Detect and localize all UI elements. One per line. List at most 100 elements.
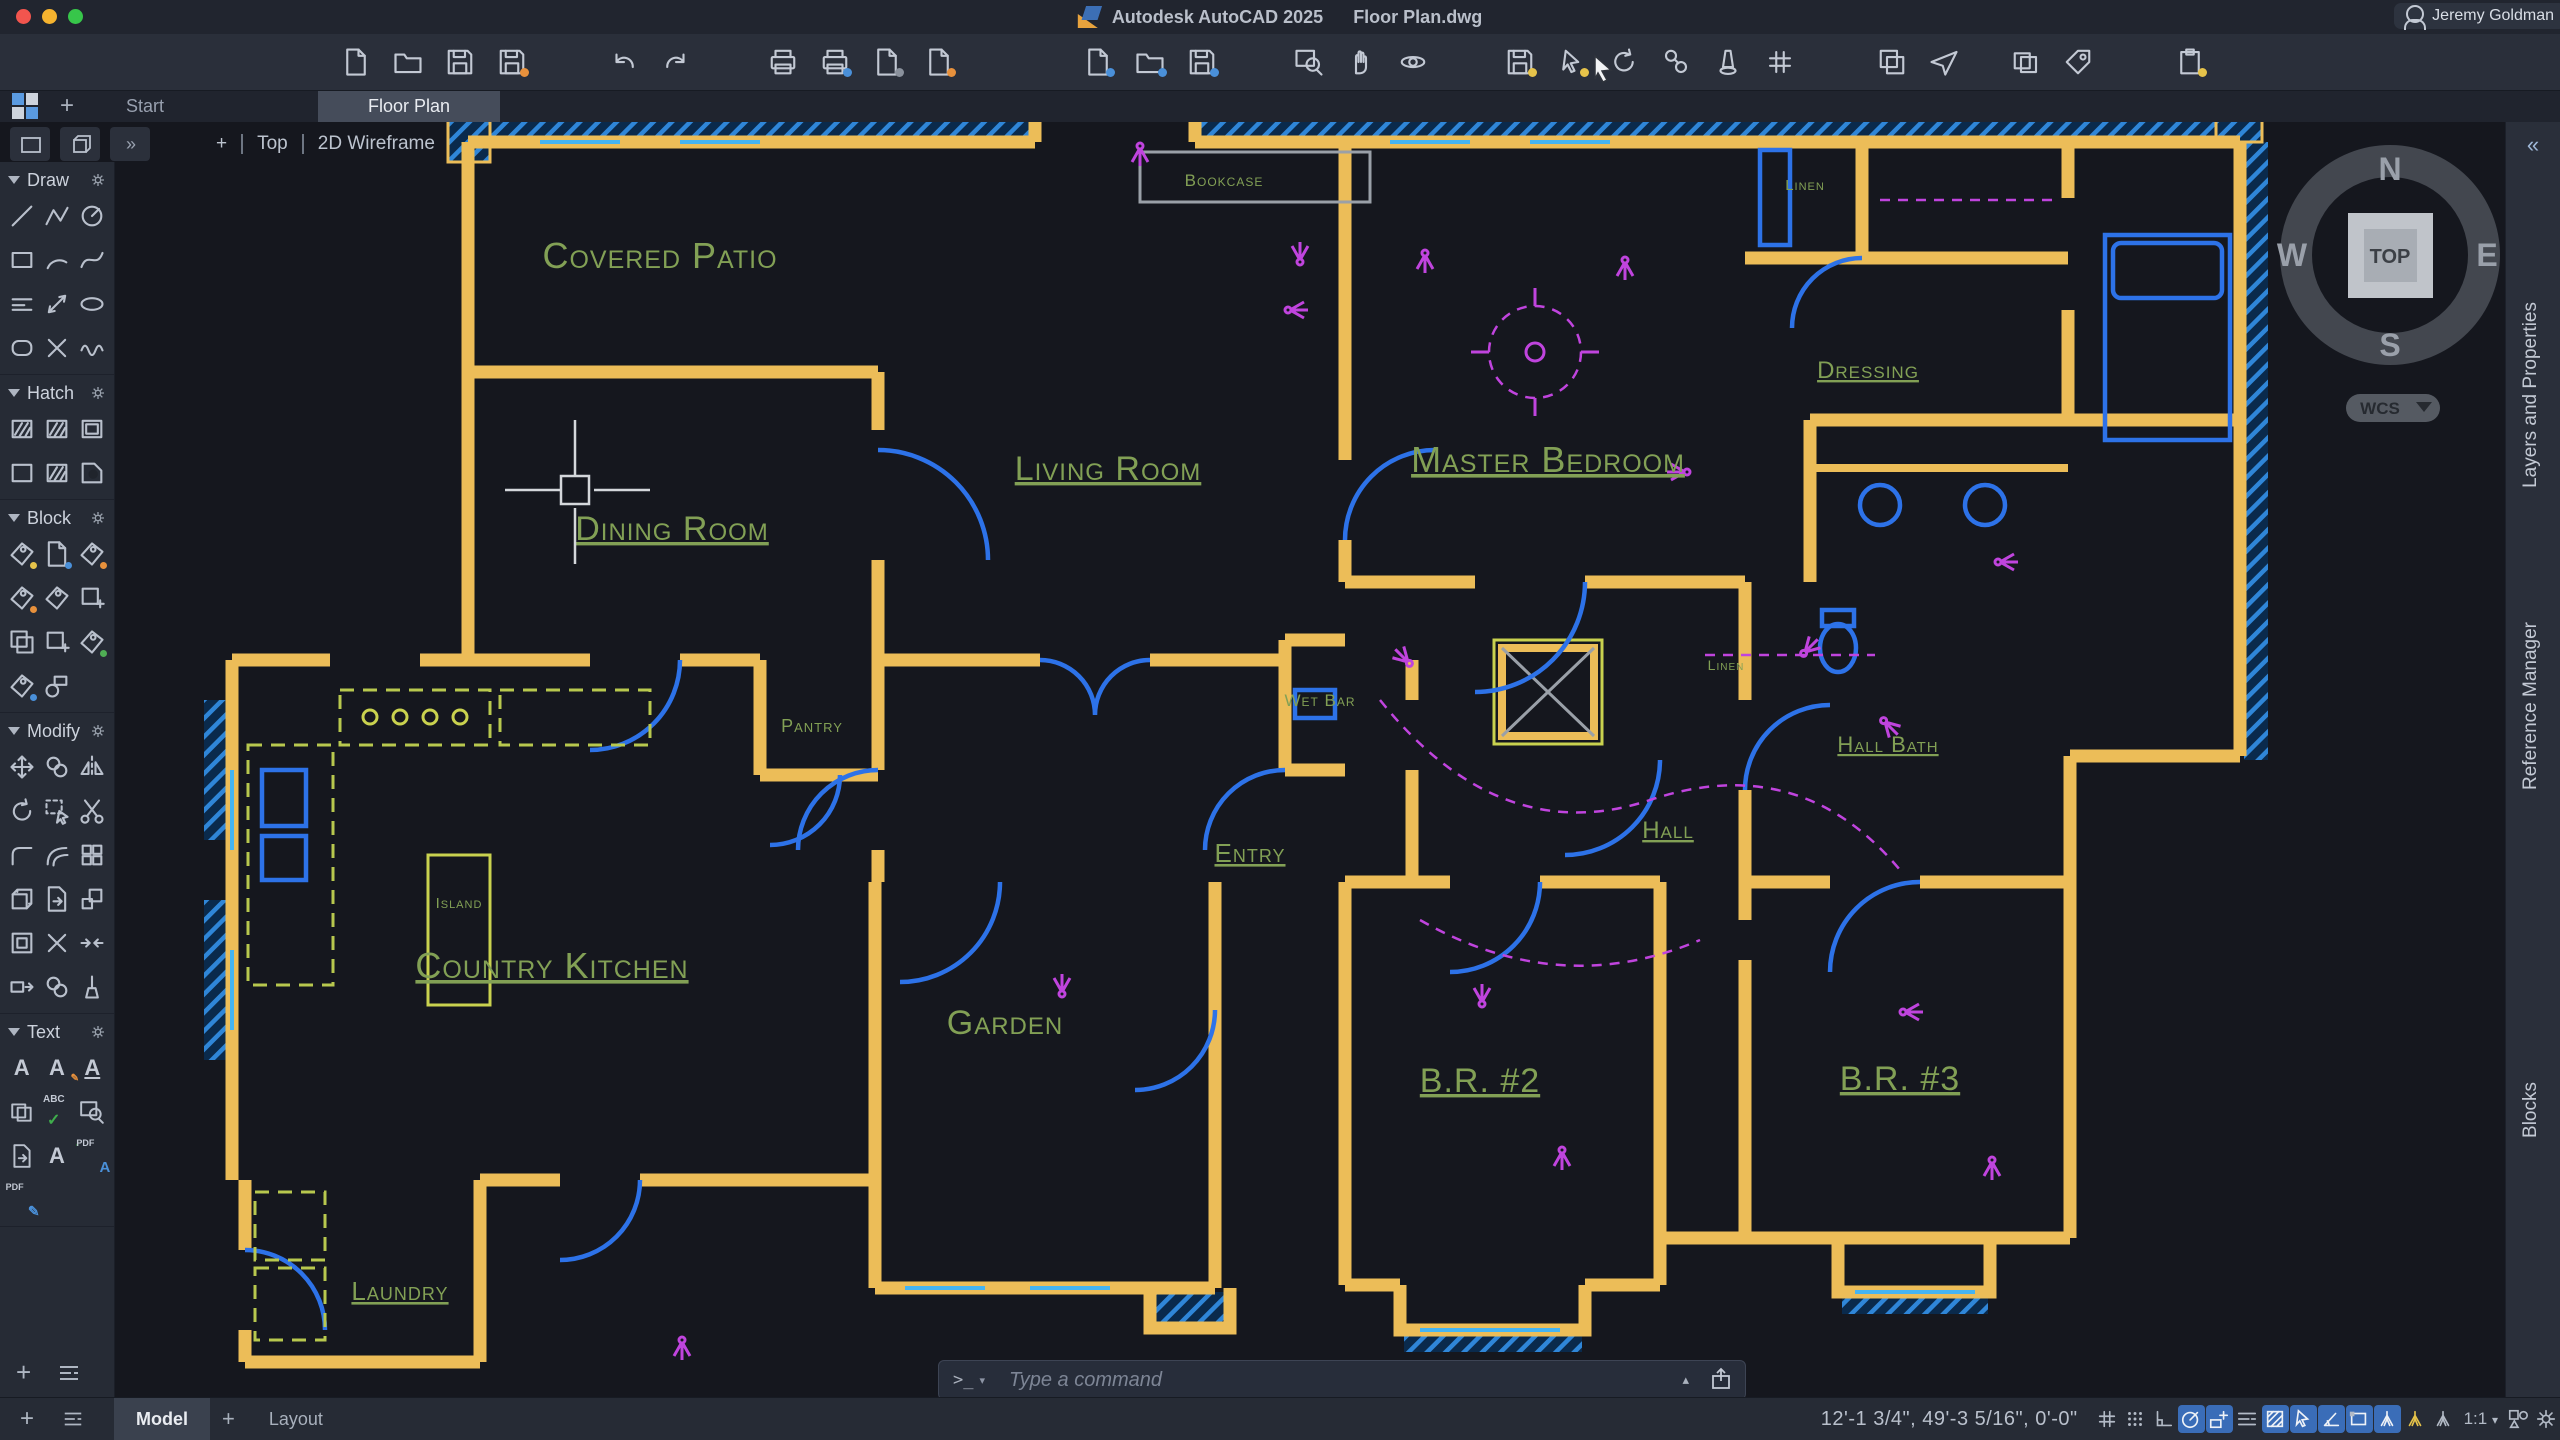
tag-button[interactable] <box>2052 40 2104 84</box>
room-label-master-bedroom[interactable]: Master Bedroom <box>1411 439 1685 480</box>
room-label-dining-room[interactable]: Dining Room <box>575 510 769 548</box>
room-label-entry[interactable]: Entry <box>1214 838 1285 868</box>
edit-block-tool[interactable] <box>76 538 108 570</box>
hatch-boundary-tool[interactable] <box>6 457 38 489</box>
print-button[interactable] <box>757 40 809 84</box>
add-layout-tab-button[interactable]: + <box>210 1398 247 1440</box>
text-arc-tool[interactable]: A ◦ <box>41 1140 79 1172</box>
share-icon[interactable] <box>1709 1367 1745 1394</box>
collapse-icon[interactable] <box>8 1028 20 1036</box>
room-label-hall-bath[interactable]: Hall Bath <box>1837 732 1938 757</box>
workspace-shapes-button[interactable] <box>2504 1405 2531 1433</box>
circle-tool[interactable] <box>76 200 108 232</box>
orbit-tool-button[interactable] <box>1387 40 1439 84</box>
attach-button[interactable] <box>1124 40 1176 84</box>
import-text-tool[interactable] <box>6 1140 38 1172</box>
minimize-window-button[interactable] <box>42 9 57 24</box>
hatch-pattern-tool[interactable] <box>6 413 38 445</box>
room-label-wet-bar[interactable]: Wet Bar <box>1284 691 1355 710</box>
collapse-icon[interactable] <box>8 389 20 397</box>
selection-cycling-toggle[interactable] <box>2289 1405 2317 1433</box>
block-add-tool[interactable] <box>41 626 73 658</box>
gear-icon[interactable] <box>90 172 106 188</box>
ortho-toggle[interactable] <box>2150 1405 2177 1433</box>
add-layout-button[interactable]: + <box>20 1405 34 1433</box>
offset-tool[interactable] <box>41 839 73 871</box>
array-tool[interactable] <box>76 839 108 871</box>
tab-floor-plan[interactable]: Floor Plan <box>318 90 501 122</box>
chevron-right-icon[interactable]: » <box>110 127 150 161</box>
viewcube-east[interactable]: E <box>2476 237 2497 273</box>
lineweight-toggle[interactable] <box>2234 1405 2261 1433</box>
arc-tool[interactable] <box>41 244 73 276</box>
join-tool[interactable] <box>76 927 108 959</box>
move-tool[interactable] <box>6 751 38 783</box>
quick-select-button[interactable] <box>1546 40 1598 84</box>
command-line[interactable]: >_ ▾ Type a command ▴ <box>938 1360 1746 1400</box>
share-drawing-button[interactable] <box>1918 40 1970 84</box>
tab-start[interactable]: Start <box>98 90 192 122</box>
command-history-caret-icon[interactable]: ▾ <box>979 1374 985 1387</box>
spell-check-tool[interactable]: ABC ✓ <box>41 1094 73 1129</box>
expand-command-history-icon[interactable]: ▴ <box>1682 1372 1689 1388</box>
room-label-country-kitchen[interactable]: Country Kitchen <box>415 945 688 986</box>
point-nodes-button[interactable] <box>1650 40 1702 84</box>
revision-cloud-tool[interactable] <box>76 332 108 364</box>
underline-text-tool[interactable]: A <box>76 1052 108 1084</box>
viewcube-south[interactable]: S <box>2379 327 2400 363</box>
undo-button[interactable] <box>598 40 650 84</box>
gear-icon[interactable] <box>90 510 106 526</box>
block-copy-tool[interactable] <box>6 626 38 658</box>
tab-layers-properties[interactable]: Layers and Properties <box>2520 302 2542 488</box>
print-add-button[interactable] <box>809 40 861 84</box>
distance-tool[interactable] <box>41 288 73 320</box>
gear-icon[interactable] <box>90 723 106 739</box>
tool-palettes-button[interactable] <box>1866 40 1918 84</box>
copy-tool[interactable] <box>41 751 73 783</box>
export-button[interactable] <box>1072 40 1124 84</box>
attribute-edit-tool[interactable] <box>6 582 38 614</box>
zoom-window-button[interactable] <box>68 9 83 24</box>
room-label-hall[interactable]: Hall <box>1642 817 1694 844</box>
hatch-texture-tool[interactable] <box>41 457 73 489</box>
hatch-solid-tool[interactable] <box>76 413 108 445</box>
3d-box-tool[interactable] <box>6 883 38 915</box>
wcs-label[interactable]: WCS <box>2360 399 2400 418</box>
mirror-tool[interactable] <box>76 751 108 783</box>
room-label-pantry[interactable]: Pantry <box>781 716 843 736</box>
extract-tool[interactable] <box>41 883 73 915</box>
angle-constraint-toggle[interactable] <box>2317 1405 2345 1433</box>
trim-tool[interactable] <box>76 795 108 827</box>
align-tool[interactable] <box>41 971 73 1003</box>
point-tool[interactable] <box>41 332 73 364</box>
room-label-dressing[interactable]: Dressing <box>1817 357 1919 384</box>
edit-text-tool[interactable]: A ✎ <box>41 1052 79 1084</box>
close-window-button[interactable] <box>16 9 31 24</box>
room-label-br2[interactable]: B.R. #2 <box>1420 1062 1540 1100</box>
zoom-window-tool-button[interactable] <box>1283 40 1335 84</box>
scale-tool[interactable] <box>76 883 108 915</box>
insert-block-tool[interactable] <box>41 538 73 570</box>
room-label-laundry[interactable]: Laundry <box>351 1276 448 1306</box>
tab-blocks[interactable]: Blocks <box>2520 1082 2542 1138</box>
room-label-bookcase[interactable]: Bookcase <box>1185 171 1264 190</box>
app-grid-icon[interactable] <box>12 93 38 119</box>
viewcube[interactable]: N S W E TOP WCS <box>2277 145 2500 422</box>
annotation-visibility-toggle[interactable] <box>2430 1405 2457 1433</box>
viewport-menu-control[interactable]: + <box>202 133 241 155</box>
stretch-tool[interactable] <box>6 971 38 1003</box>
import-button[interactable] <box>1020 40 1072 84</box>
spline-tool[interactable] <box>76 244 108 276</box>
room-label-garden[interactable]: Garden <box>947 1004 1063 1042</box>
viewcube-west[interactable]: W <box>2277 237 2308 273</box>
annotation-autoscale-toggle[interactable] <box>2402 1405 2429 1433</box>
hatch-edit-tool[interactable] <box>41 413 73 445</box>
room-label-br3[interactable]: B.R. #3 <box>1840 1060 1960 1098</box>
light-tool-button[interactable] <box>1702 40 1754 84</box>
save-as-button[interactable] <box>486 40 538 84</box>
pan-tool-button[interactable] <box>1335 40 1387 84</box>
dynamic-ucs-toggle[interactable] <box>2345 1405 2373 1433</box>
add-panel-button[interactable]: + <box>16 1357 31 1388</box>
tool-save-button[interactable] <box>1494 40 1546 84</box>
pdf-markup-tool[interactable]: PDF ✎ <box>6 1182 40 1219</box>
